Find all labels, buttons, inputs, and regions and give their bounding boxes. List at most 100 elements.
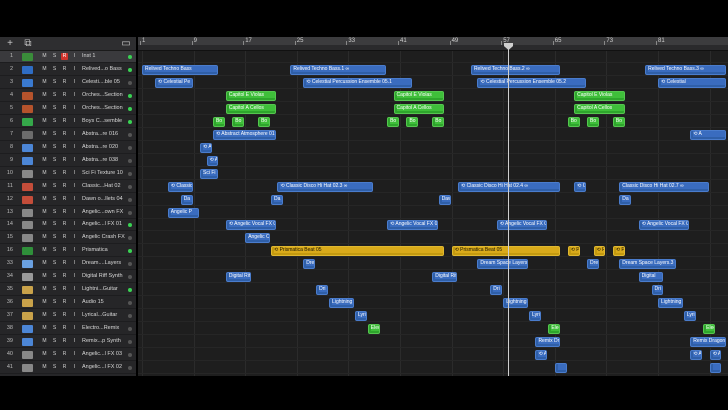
add-track-button[interactable]: +: [3, 38, 17, 49]
region[interactable]: Relived Techno Bass.3 ∞: [645, 64, 726, 75]
solo-button[interactable]: S: [51, 53, 58, 60]
track-lane[interactable]: [138, 77, 728, 89]
track-header-row[interactable]: 38 M S R I Electro...Remix: [0, 323, 136, 336]
track-header-row[interactable]: 37 M S R I Lyrical...Guitar: [0, 310, 136, 323]
solo-button[interactable]: S: [51, 234, 58, 241]
record-button[interactable]: R: [61, 338, 68, 345]
region[interactable]: ⟲ An: [690, 350, 703, 361]
input-button[interactable]: I: [71, 53, 78, 60]
record-button[interactable]: R: [61, 183, 68, 190]
track-name[interactable]: Inst 1: [82, 51, 126, 62]
track-name[interactable]: Orches...Section: [82, 103, 126, 114]
track-header-row[interactable]: 34 M S R I Digital Riff Synth: [0, 271, 136, 284]
solo-button[interactable]: S: [51, 157, 58, 164]
solo-button[interactable]: S: [51, 144, 58, 151]
record-button[interactable]: R: [61, 66, 68, 73]
region[interactable]: ⟲ A: [690, 129, 726, 140]
region[interactable]: ⟲ Classic: [167, 181, 193, 192]
track-header-row[interactable]: 10 M S R I Sci Fi Texture 10: [0, 168, 136, 180]
record-button[interactable]: R: [61, 299, 68, 306]
region[interactable]: ⟲ Prismatica Beat 05: [451, 246, 561, 257]
track-header-row[interactable]: 33 M S R I Dream....Layers: [0, 258, 136, 271]
record-button[interactable]: R: [61, 118, 68, 125]
region[interactable]: Bo: [387, 116, 399, 127]
region[interactable]: ⟲ Pr: [593, 246, 606, 257]
track-header-row[interactable]: 16 M S R I Prismatica: [0, 245, 136, 258]
track-header-row[interactable]: 6 M S R I Boys C...semble: [0, 116, 136, 128]
mute-button[interactable]: M: [41, 221, 48, 228]
solo-button[interactable]: S: [51, 325, 58, 332]
input-button[interactable]: I: [71, 247, 78, 254]
region[interactable]: Bo: [406, 116, 419, 127]
input-button[interactable]: I: [71, 286, 78, 293]
region[interactable]: Capitol E Violas: [225, 90, 277, 101]
region[interactable]: ⟲ Cl: [574, 181, 587, 192]
region[interactable]: Dre: [303, 259, 316, 270]
region[interactable]: Da: [619, 194, 632, 205]
mute-button[interactable]: M: [41, 183, 48, 190]
track-header-row[interactable]: 35 M S R I Lightni...Guitar: [0, 284, 136, 297]
mute-button[interactable]: M: [41, 325, 48, 332]
record-button[interactable]: R: [61, 53, 68, 60]
track-lane[interactable]: [138, 284, 728, 297]
region[interactable]: ⟲ Classic Disco Hi Hat 02.4 ∞: [458, 181, 561, 192]
input-button[interactable]: I: [71, 157, 78, 164]
region[interactable]: Lightning: [503, 298, 528, 309]
input-button[interactable]: I: [71, 131, 78, 138]
input-button[interactable]: I: [71, 183, 78, 190]
solo-button[interactable]: S: [51, 260, 58, 267]
track-name[interactable]: Angelic...l FX 01: [82, 219, 126, 230]
track-name[interactable]: Abstra...re 016: [82, 129, 126, 140]
region[interactable]: Digital Riff: [225, 272, 251, 283]
track-name[interactable]: Abstra...re 038: [82, 155, 126, 166]
record-button[interactable]: R: [61, 351, 68, 358]
region[interactable]: Digital Riff: [432, 272, 458, 283]
track-name[interactable]: Prismatica: [82, 245, 126, 256]
region[interactable]: Lyri: [354, 311, 367, 322]
track-header-row[interactable]: 5 M S R I Orches...Section: [0, 103, 136, 115]
record-button[interactable]: R: [61, 144, 68, 151]
solo-button[interactable]: S: [51, 79, 58, 86]
region[interactable]: ⟲ Celestial Percussion Ensemble 05.1: [303, 77, 412, 88]
mute-button[interactable]: M: [41, 260, 48, 267]
region[interactable]: ⟲ Prismatica Beat 05: [271, 246, 445, 257]
record-button[interactable]: R: [61, 364, 68, 371]
solo-button[interactable]: S: [51, 247, 58, 254]
track-lane[interactable]: [138, 349, 728, 362]
solo-button[interactable]: S: [51, 183, 58, 190]
region[interactable]: ⟲ Celestial Percussion Ensemble 05.2: [477, 77, 587, 88]
record-button[interactable]: R: [61, 247, 68, 254]
track-name[interactable]: Angelic...own FX: [82, 207, 126, 218]
record-button[interactable]: R: [61, 170, 68, 177]
input-button[interactable]: I: [71, 221, 78, 228]
mute-button[interactable]: M: [41, 79, 48, 86]
solo-button[interactable]: S: [51, 118, 58, 125]
track-view-icon[interactable]: ▭: [119, 38, 133, 49]
record-button[interactable]: R: [61, 209, 68, 216]
region[interactable]: Capitol E Violas: [574, 90, 625, 101]
record-button[interactable]: R: [61, 131, 68, 138]
solo-button[interactable]: S: [51, 66, 58, 73]
track-name[interactable]: Abstra...re 020: [82, 142, 126, 153]
mute-button[interactable]: M: [41, 209, 48, 216]
input-button[interactable]: I: [71, 325, 78, 332]
region[interactable]: ⟲ A: [206, 155, 219, 166]
solo-button[interactable]: S: [51, 338, 58, 345]
region[interactable]: Elec: [367, 324, 380, 335]
arrange-area[interactable]: Relived Techno Bass Relived Techno Bass.1…: [138, 51, 728, 376]
solo-button[interactable]: S: [51, 286, 58, 293]
track-lane[interactable]: [138, 64, 728, 76]
mute-button[interactable]: M: [41, 157, 48, 164]
region[interactable]: Daw: [438, 194, 451, 205]
record-button[interactable]: R: [61, 196, 68, 203]
region[interactable]: Lightning: [658, 298, 683, 309]
region[interactable]: Bo: [612, 116, 625, 127]
input-button[interactable]: I: [71, 144, 78, 151]
mute-button[interactable]: M: [41, 312, 48, 319]
track-header-row[interactable]: 36 M S R I Audio 15: [0, 297, 136, 310]
region[interactable]: ⟲ Celestial Pe: [154, 77, 193, 88]
track-lane[interactable]: [138, 207, 728, 219]
input-button[interactable]: I: [71, 118, 78, 125]
track-header-row[interactable]: 9 M S R I Abstra...re 038: [0, 155, 136, 167]
record-button[interactable]: R: [61, 157, 68, 164]
